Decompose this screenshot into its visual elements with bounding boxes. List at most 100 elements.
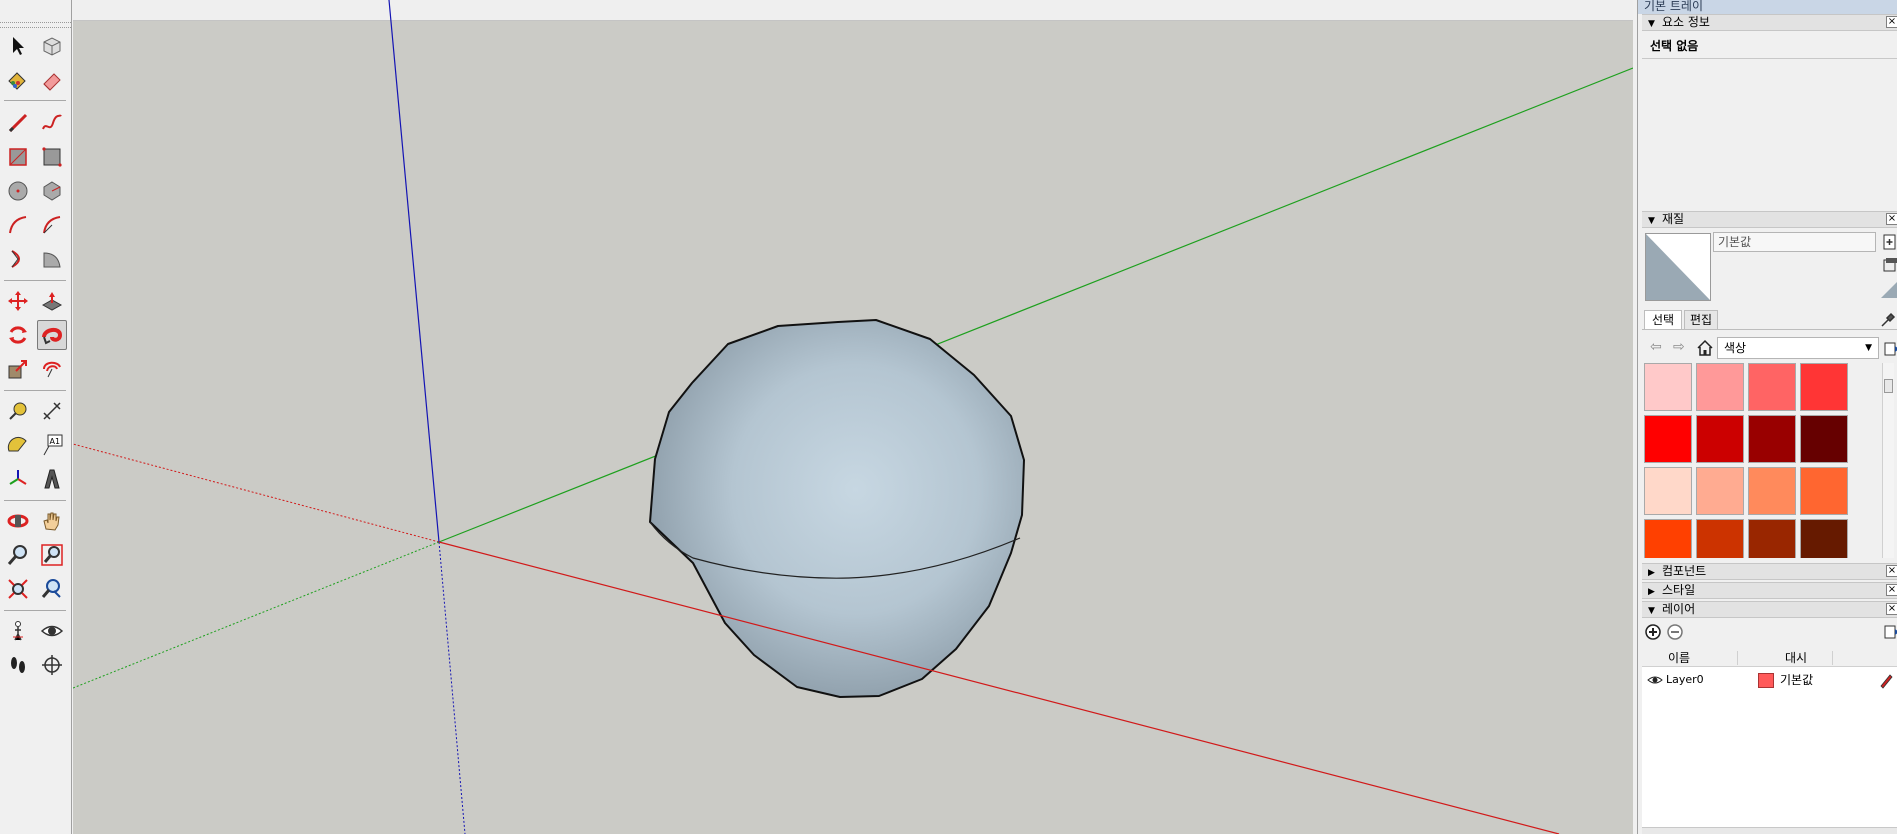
material-preview [1645,233,1711,301]
orbit-icon[interactable] [3,506,33,536]
make-component-icon[interactable] [37,31,67,61]
visibility-eye-icon[interactable] [1647,669,1663,698]
material-library-value: 색상 [1724,341,1747,355]
polygon-icon[interactable] [37,176,67,206]
arc-icon[interactable] [3,210,33,240]
add-layer-icon[interactable] [1644,623,1662,641]
rotated-rectangle-icon[interactable] [37,142,67,172]
swatch-scrollbar[interactable] [1882,363,1894,558]
rectangle-icon[interactable] [3,142,33,172]
sphere[interactable] [649,319,1025,698]
layer-details-icon[interactable] [1883,623,1897,641]
col-dashes[interactable]: 대시 [1785,649,1807,667]
follow-me-icon[interactable] [37,320,67,350]
material-swatch[interactable] [1800,467,1848,515]
zoom-window-icon[interactable] [37,540,67,570]
tab-edit[interactable]: 편집 [1684,310,1718,330]
two-point-arc-icon[interactable] [37,210,67,240]
close-icon[interactable]: × [1886,603,1897,615]
material-swatch[interactable] [1696,519,1744,558]
material-swatch[interactable] [1800,519,1848,558]
collapse-arrow-icon[interactable]: ▼ [1648,604,1662,619]
expand-arrow-icon[interactable]: ▶ [1648,585,1662,600]
tab-select[interactable]: 선택 [1644,310,1682,330]
default-material-icon[interactable] [1881,280,1897,298]
paint-bucket-icon[interactable] [3,65,33,95]
entity-info-body: 선택 없음 [1642,33,1897,59]
collapse-arrow-icon[interactable]: ▼ [1648,214,1662,229]
push-pull-icon[interactable] [37,286,67,316]
move-icon[interactable] [3,286,33,316]
entity-info-header[interactable]: ▼ 요소 정보 × [1642,14,1897,31]
layer-row[interactable]: Layer0 기본값 [1642,669,1897,691]
toolbar-grip[interactable] [0,22,71,28]
material-swatch[interactable] [1644,363,1692,411]
zoom-extents-icon[interactable] [3,574,33,604]
previous-view-icon[interactable] [37,574,67,604]
edit-pencil-icon[interactable] [1878,669,1894,698]
components-header[interactable]: ▶ 컴포넌트 × [1642,563,1897,580]
3d-text-icon[interactable] [37,464,67,494]
home-icon[interactable] [1696,339,1714,357]
default-tray: 기본 트레이 ▼ 요소 정보 × 선택 없음 ▼ 재질 × 기본값 선택 편집 ⇦ … [1637,0,1897,834]
text-icon[interactable]: A1 [37,430,67,460]
zoom-icon[interactable] [3,540,33,570]
select-tool-icon[interactable] [3,31,33,61]
close-icon[interactable]: × [1886,584,1897,596]
position-camera-icon[interactable] [3,616,33,646]
sample-paint-icon[interactable] [1879,311,1897,329]
forward-arrow-icon[interactable]: ⇨ [1673,339,1685,355]
material-swatch[interactable] [1748,363,1796,411]
close-icon[interactable]: × [1886,565,1897,577]
material-swatch[interactable] [1644,415,1692,463]
eraser-icon[interactable] [37,65,67,95]
freehand-icon[interactable] [37,108,67,138]
delete-layer-icon[interactable] [1666,623,1684,641]
material-swatch[interactable] [1800,363,1848,411]
material-swatch[interactable] [1696,467,1744,515]
dimension-icon[interactable] [37,396,67,426]
protractor-icon[interactable] [3,430,33,460]
styles-header[interactable]: ▶ 스타일 × [1642,582,1897,599]
col-name[interactable]: 이름 [1668,649,1690,667]
drawing-viewport[interactable] [73,0,1633,834]
collapse-arrow-icon[interactable]: ▼ [1648,17,1662,32]
pan-icon[interactable] [37,506,67,536]
offset-icon[interactable] [37,354,67,384]
line-tool-icon[interactable] [3,108,33,138]
material-swatch[interactable] [1800,415,1848,463]
create-material-icon[interactable] [1881,233,1897,251]
material-swatch[interactable] [1748,467,1796,515]
reset-material-icon[interactable] [1881,256,1897,274]
axis-blue [388,0,440,543]
material-swatch[interactable] [1696,363,1744,411]
expand-arrow-icon[interactable]: ▶ [1648,566,1662,581]
details-arrow-icon[interactable] [1883,340,1897,358]
three-point-arc-icon[interactable] [3,244,33,274]
material-swatch[interactable] [1748,519,1796,558]
material-library-select[interactable]: 색상 ▼ [1717,337,1879,359]
back-arrow-icon[interactable]: ⇦ [1650,339,1662,355]
model-scene[interactable] [73,0,1633,834]
layer-name[interactable]: Layer0 [1666,669,1704,691]
close-icon[interactable]: × [1886,213,1897,225]
pie-icon[interactable] [37,244,67,274]
material-swatch[interactable] [1644,467,1692,515]
rotate-icon[interactable] [3,320,33,350]
tape-measure-icon[interactable] [3,396,33,426]
walk-icon[interactable] [3,650,33,680]
layer-color-swatch[interactable] [1758,673,1774,688]
material-swatch[interactable] [1644,519,1692,558]
material-name-field[interactable]: 기본값 [1713,232,1876,252]
scale-icon[interactable] [3,354,33,384]
material-swatch[interactable] [1696,415,1744,463]
section-plane-icon[interactable] [37,650,67,680]
material-swatch[interactable] [1748,415,1796,463]
circle-icon[interactable] [3,176,33,206]
axes-icon[interactable] [3,464,33,494]
materials-title: 재질 [1662,212,1685,226]
materials-header[interactable]: ▼ 재질 × [1642,211,1897,228]
look-around-icon[interactable] [37,616,67,646]
close-icon[interactable]: × [1886,16,1897,28]
layers-header[interactable]: ▼ 레이어 × [1642,601,1897,618]
